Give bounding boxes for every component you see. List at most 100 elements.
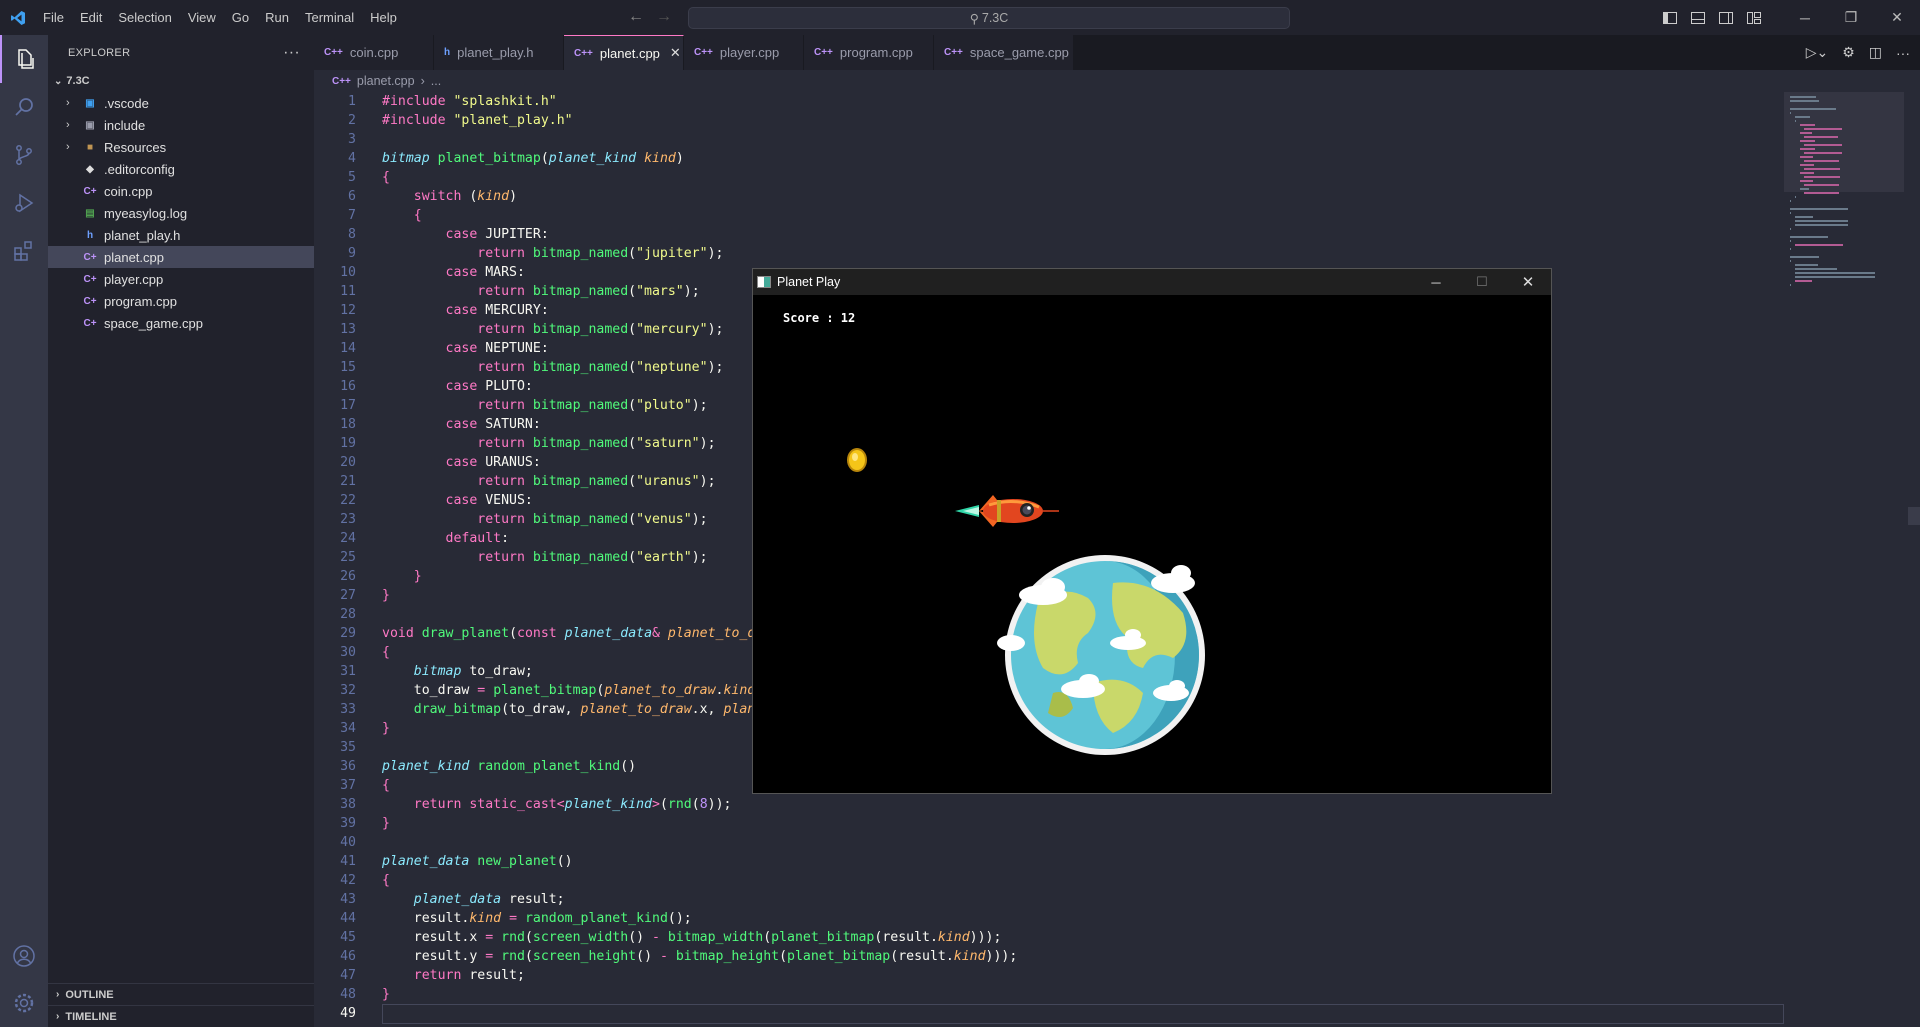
menu-edit[interactable]: Edit (72, 0, 110, 35)
tree-item-vscode[interactable]: › ▣ .vscode (48, 92, 314, 114)
command-center-search[interactable]: ⚲ 7.3C (688, 7, 1290, 29)
tree-item-editorconfig[interactable]: ◆ .editorconfig (48, 158, 314, 180)
minimap-line (1790, 240, 1792, 242)
code-line[interactable]: 40 (314, 833, 1784, 852)
tab-planet-play-h[interactable]: h planet_play.h (434, 35, 564, 70)
source-control-icon[interactable] (0, 131, 48, 179)
minimize-icon[interactable]: ─ (1782, 0, 1828, 35)
title-bar-right: ─ ❐ ✕ (1656, 0, 1920, 35)
minimap-line (1804, 176, 1841, 178)
more-actions-icon[interactable]: ··· (283, 44, 300, 62)
breadcrumb-file[interactable]: planet.cpp (357, 74, 415, 88)
game-minimize-icon[interactable]: ─ (1413, 269, 1459, 295)
menu-selection[interactable]: Selection (110, 0, 179, 35)
code-line[interactable]: 48} (314, 985, 1784, 1004)
tree-item-space-game-cpp[interactable]: C+ space_game.cpp (48, 312, 314, 334)
tab-label: planet_play.h (457, 45, 534, 60)
menu-run[interactable]: Run (257, 0, 297, 35)
game-canvas[interactable]: Score : 12 (753, 295, 1551, 793)
menu-help[interactable]: Help (362, 0, 405, 35)
code-line[interactable]: 3 (314, 130, 1784, 149)
code-line[interactable]: 45 result.x = rnd(screen_width() - bitma… (314, 928, 1784, 947)
editor-settings-gear-icon[interactable]: ⚙ (1842, 44, 1855, 61)
toggle-panel-icon[interactable] (1684, 0, 1712, 35)
account-icon[interactable] (0, 932, 48, 980)
minimap[interactable] (1784, 92, 1904, 1027)
code-line[interactable]: 1 #include "splashkit.h" (314, 92, 1784, 111)
line-number: 48 (340, 987, 356, 1002)
tree-item-program-cpp[interactable]: C+ program.cpp (48, 290, 314, 312)
tab-program-cpp[interactable]: C++ program.cpp (804, 35, 934, 70)
current-line-highlight (382, 1004, 1784, 1024)
code-line[interactable]: 38 return static_cast<planet_kind>(rnd(8… (314, 795, 1784, 814)
code-line[interactable]: 7 { (314, 206, 1784, 225)
minimap-line (1799, 180, 1813, 182)
chevron-down-icon: ⌄ (54, 75, 63, 87)
game-maximize-icon[interactable]: ☐ (1459, 269, 1505, 295)
minimap-slider[interactable] (1784, 92, 1904, 192)
toggle-secondary-sidebar-icon[interactable] (1712, 0, 1740, 35)
line-number: 15 (340, 360, 356, 375)
extensions-icon[interactable] (0, 227, 48, 275)
tree-item-resources[interactable]: › ■ Resources (48, 136, 314, 158)
game-close-icon[interactable]: ✕ (1505, 269, 1551, 295)
tab-planet-cpp[interactable]: C++ planet.cpp ✕ (564, 35, 684, 70)
toggle-primary-sidebar-icon[interactable] (1656, 0, 1684, 35)
timeline-section[interactable]: › TIMELINE (48, 1005, 314, 1027)
code-line[interactable]: 43 planet_data result; (314, 890, 1784, 909)
folder-icon: ■ (86, 141, 94, 153)
close-window-icon[interactable]: ✕ (1874, 0, 1920, 35)
tree-item-myeasylog-log[interactable]: ▤ myeasylog.log (48, 202, 314, 224)
workspace-root[interactable]: ⌄ 7.3C (48, 70, 314, 92)
tree-item-coin-cpp[interactable]: C+ coin.cpp (48, 180, 314, 202)
tab-coin-cpp[interactable]: C++ coin.cpp (314, 35, 434, 70)
code-line[interactable]: 39} (314, 814, 1784, 833)
tree-item-include[interactable]: › ▣ include (48, 114, 314, 136)
run-debug-icon[interactable] (0, 179, 48, 227)
code-line[interactable]: 47 return result; (314, 966, 1784, 985)
tab-space-game-cpp[interactable]: C++ space_game.cpp (934, 35, 1074, 70)
explorer-icon[interactable] (0, 35, 48, 83)
code-line[interactable]: 5{ (314, 168, 1784, 187)
code-line[interactable]: 46 result.y = rnd(screen_height() - bitm… (314, 947, 1784, 966)
breadcrumb-more[interactable]: ... (431, 74, 441, 88)
back-arrow-icon[interactable]: ← (628, 8, 644, 26)
code-line[interactable]: 44 result.kind = random_planet_kind(); (314, 909, 1784, 928)
code-line[interactable]: 4 bitmap planet_bitmap(planet_kind kind) (314, 149, 1784, 168)
code-text: return bitmap_named("earth"); (477, 550, 708, 565)
code-text: { (413, 208, 422, 223)
code-line[interactable]: 42 { (314, 871, 1784, 890)
search-icon[interactable] (0, 83, 48, 131)
restore-icon[interactable]: ❐ (1828, 0, 1874, 35)
menu-terminal[interactable]: Terminal (297, 0, 362, 35)
line-number: 12 (340, 303, 356, 318)
forward-arrow-icon[interactable]: → (656, 8, 672, 26)
tree-item-player-cpp[interactable]: C+ player.cpp (48, 268, 314, 290)
settings-gear-icon[interactable] (0, 979, 48, 1027)
code-line[interactable]: 6 switch (kind) (314, 187, 1784, 206)
code-line[interactable]: 2 #include "planet_play.h" (314, 111, 1784, 130)
vertical-scrollbar[interactable] (1908, 92, 1920, 1027)
game-window-titlebar[interactable]: Planet Play ─ ☐ ✕ (753, 269, 1551, 295)
code-line[interactable]: 9 return bitmap_named("jupiter"); (314, 244, 1784, 263)
code-text: default: (445, 531, 510, 546)
code-line[interactable]: 41 planet_data new_planet() (314, 852, 1784, 871)
more-actions-icon[interactable]: ··· (1896, 45, 1910, 61)
line-number: 49 (340, 1006, 356, 1021)
customize-layout-icon[interactable] (1740, 0, 1768, 35)
split-editor-icon[interactable]: ◫ (1869, 44, 1882, 61)
menu-file[interactable]: File (35, 0, 72, 35)
tree-item-planet-cpp[interactable]: C+ planet.cpp (48, 246, 314, 268)
menu-view[interactable]: View (180, 0, 224, 35)
minimap-line (1790, 200, 1792, 202)
run-file-icon[interactable]: ▷⌄ (1806, 44, 1829, 61)
code-line[interactable]: 8 case JUPITER: (314, 225, 1784, 244)
tree-item-planet-play-h[interactable]: h planet_play.h (48, 224, 314, 246)
tab-player-cpp[interactable]: C++ player.cpp (684, 35, 804, 70)
menu-go[interactable]: Go (224, 0, 257, 35)
scrollbar-thumb[interactable] (1908, 507, 1920, 525)
minimap-line (1799, 148, 1816, 150)
outline-section[interactable]: › OUTLINE (48, 983, 314, 1005)
close-tab-icon[interactable]: ✕ (670, 45, 681, 61)
code-text: planet_data new_planet() (382, 854, 573, 869)
